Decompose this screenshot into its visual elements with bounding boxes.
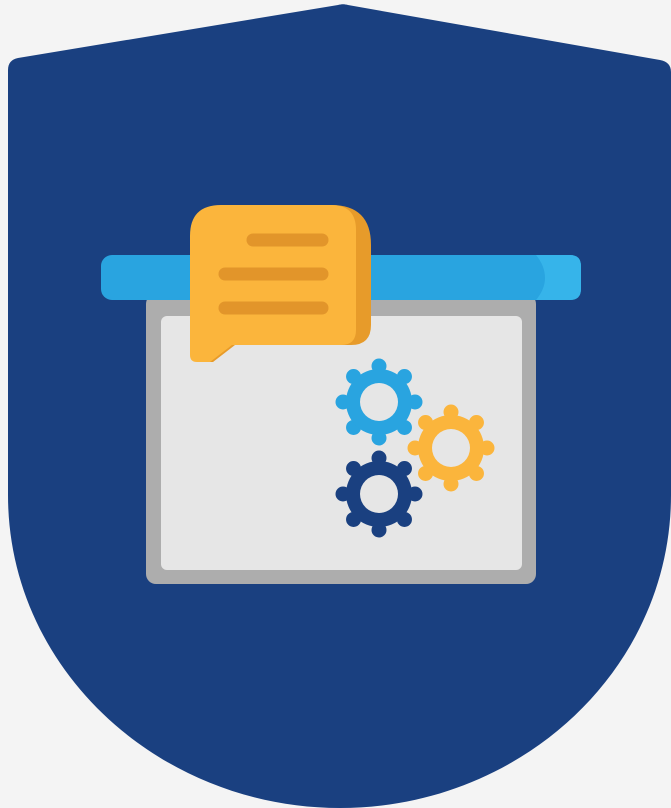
gear-hole xyxy=(432,429,470,467)
gear-hole xyxy=(360,475,398,513)
speech-bubble-body xyxy=(190,205,356,362)
gear-icon xyxy=(335,450,423,538)
speech-bubble-icon xyxy=(190,205,371,362)
gear-icon xyxy=(335,358,423,446)
shield-illustration xyxy=(0,0,671,808)
gear-icon xyxy=(407,404,495,492)
presentation-board-settings-shield-icon xyxy=(8,4,671,808)
gear-hole xyxy=(360,383,398,421)
